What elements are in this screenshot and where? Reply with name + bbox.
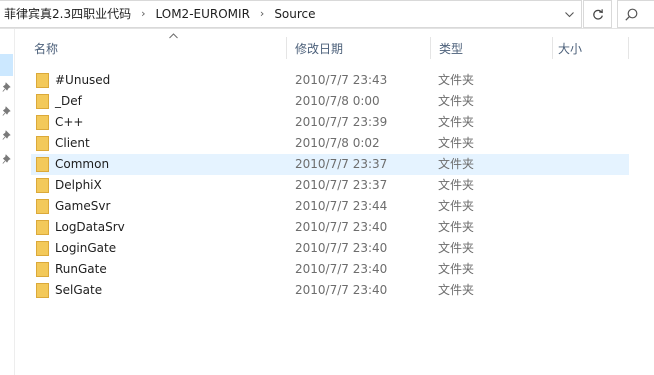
file-type: 文件夹 <box>438 73 475 87</box>
file-type: 文件夹 <box>438 136 475 150</box>
search-input[interactable] <box>617 0 654 28</box>
pin-icon[interactable] <box>2 82 13 93</box>
chevron-down-icon <box>565 12 574 18</box>
list-item[interactable]: Client 2010/7/8 0:02 文件夹 <box>31 133 629 154</box>
file-type: 文件夹 <box>438 115 475 129</box>
folder-icon <box>36 283 49 298</box>
folder-icon <box>36 178 49 193</box>
column-divider[interactable] <box>286 37 287 59</box>
breadcrumb-item-source[interactable]: Source <box>270 0 319 28</box>
file-name[interactable]: GameSvr <box>55 196 110 217</box>
list-item[interactable]: DelphiX 2010/7/7 23:37 文件夹 <box>31 175 629 196</box>
column-header-size[interactable]: 大小 <box>558 29 582 61</box>
refresh-button[interactable] <box>583 0 612 28</box>
folder-icon <box>36 262 49 277</box>
list-item[interactable]: SelGate 2010/7/7 23:40 文件夹 <box>31 280 629 301</box>
folder-icon <box>36 115 49 130</box>
file-type: 文件夹 <box>438 94 475 108</box>
pin-icon[interactable] <box>2 154 13 165</box>
column-divider[interactable] <box>552 37 553 59</box>
file-type: 文件夹 <box>438 262 475 276</box>
file-name[interactable]: Client <box>55 133 90 154</box>
file-date: 2010/7/7 23:40 <box>295 241 388 255</box>
list-item[interactable]: GameSvr 2010/7/7 23:44 文件夹 <box>31 196 629 217</box>
chevron-right-icon[interactable]: › <box>254 0 270 28</box>
sort-ascending-icon <box>169 33 178 39</box>
file-date: 2010/7/7 23:43 <box>295 73 388 87</box>
refresh-icon <box>592 8 603 20</box>
column-header-date[interactable]: 修改日期 <box>295 29 343 61</box>
file-name[interactable]: LoginGate <box>55 238 116 259</box>
file-type: 文件夹 <box>438 241 475 255</box>
file-date: 2010/7/7 23:44 <box>295 199 388 213</box>
file-name[interactable]: SelGate <box>55 280 102 301</box>
folder-icon <box>36 94 49 109</box>
search-icon <box>625 8 638 21</box>
list-item[interactable]: LogDataSrv 2010/7/7 23:40 文件夹 <box>31 217 629 238</box>
file-type: 文件夹 <box>438 283 475 297</box>
folder-icon <box>36 73 49 88</box>
column-divider[interactable] <box>628 37 629 59</box>
file-date: 2010/7/7 23:37 <box>295 157 388 171</box>
column-header-row: 名称 修改日期 类型 大小 <box>15 29 654 61</box>
list-item[interactable]: _Def 2010/7/8 0:00 文件夹 <box>31 91 629 112</box>
address-dropdown-button[interactable] <box>557 1 582 29</box>
file-name[interactable]: Common <box>55 154 109 175</box>
nav-selected-item[interactable] <box>0 54 13 76</box>
file-name[interactable]: RunGate <box>55 259 107 280</box>
column-header-type[interactable]: 类型 <box>439 29 463 61</box>
folder-icon <box>36 199 49 214</box>
file-type: 文件夹 <box>438 157 475 171</box>
file-date: 2010/7/8 0:02 <box>295 136 380 150</box>
chevron-right-icon[interactable]: › <box>135 0 151 28</box>
list-item[interactable]: #Unused 2010/7/7 23:43 文件夹 <box>31 70 629 91</box>
navigation-pane[interactable] <box>0 29 15 375</box>
file-date: 2010/7/7 23:39 <box>295 115 388 129</box>
pin-icon[interactable] <box>2 106 13 117</box>
list-item[interactable]: LoginGate 2010/7/7 23:40 文件夹 <box>31 238 629 259</box>
folder-icon <box>36 157 49 172</box>
pin-icon[interactable] <box>2 130 13 141</box>
file-name[interactable]: LogDataSrv <box>55 217 125 238</box>
file-date: 2010/7/7 23:40 <box>295 262 388 276</box>
list-item[interactable]: C++ 2010/7/7 23:39 文件夹 <box>31 112 629 133</box>
file-type: 文件夹 <box>438 178 475 192</box>
file-name[interactable]: DelphiX <box>55 175 102 196</box>
folder-icon <box>36 220 49 235</box>
list-item[interactable]: RunGate 2010/7/7 23:40 文件夹 <box>31 259 629 280</box>
file-date: 2010/7/7 23:40 <box>295 220 388 234</box>
file-date: 2010/7/7 23:40 <box>295 283 388 297</box>
folder-icon <box>36 241 49 256</box>
file-type: 文件夹 <box>438 220 475 234</box>
file-name[interactable]: C++ <box>55 112 84 133</box>
file-name[interactable]: #Unused <box>55 70 110 91</box>
folder-icon <box>36 136 49 151</box>
file-type: 文件夹 <box>438 199 475 213</box>
list-item-hovered[interactable]: Common 2010/7/7 23:37 文件夹 <box>31 154 629 175</box>
file-date: 2010/7/8 0:00 <box>295 94 380 108</box>
breadcrumb-item-lom2[interactable]: LOM2-EUROMIR <box>152 0 254 28</box>
file-date: 2010/7/7 23:37 <box>295 178 388 192</box>
breadcrumb-item-root[interactable]: 菲律宾真2.3四职业代码 <box>0 0 135 28</box>
column-header-name[interactable]: 名称 <box>34 29 58 61</box>
column-divider[interactable] <box>430 37 431 59</box>
file-name[interactable]: _Def <box>55 91 82 112</box>
breadcrumb[interactable]: 菲律宾真2.3四职业代码 › LOM2-EUROMIR › Source <box>0 0 582 28</box>
address-bar: 菲律宾真2.3四职业代码 › LOM2-EUROMIR › Source <box>0 0 654 29</box>
